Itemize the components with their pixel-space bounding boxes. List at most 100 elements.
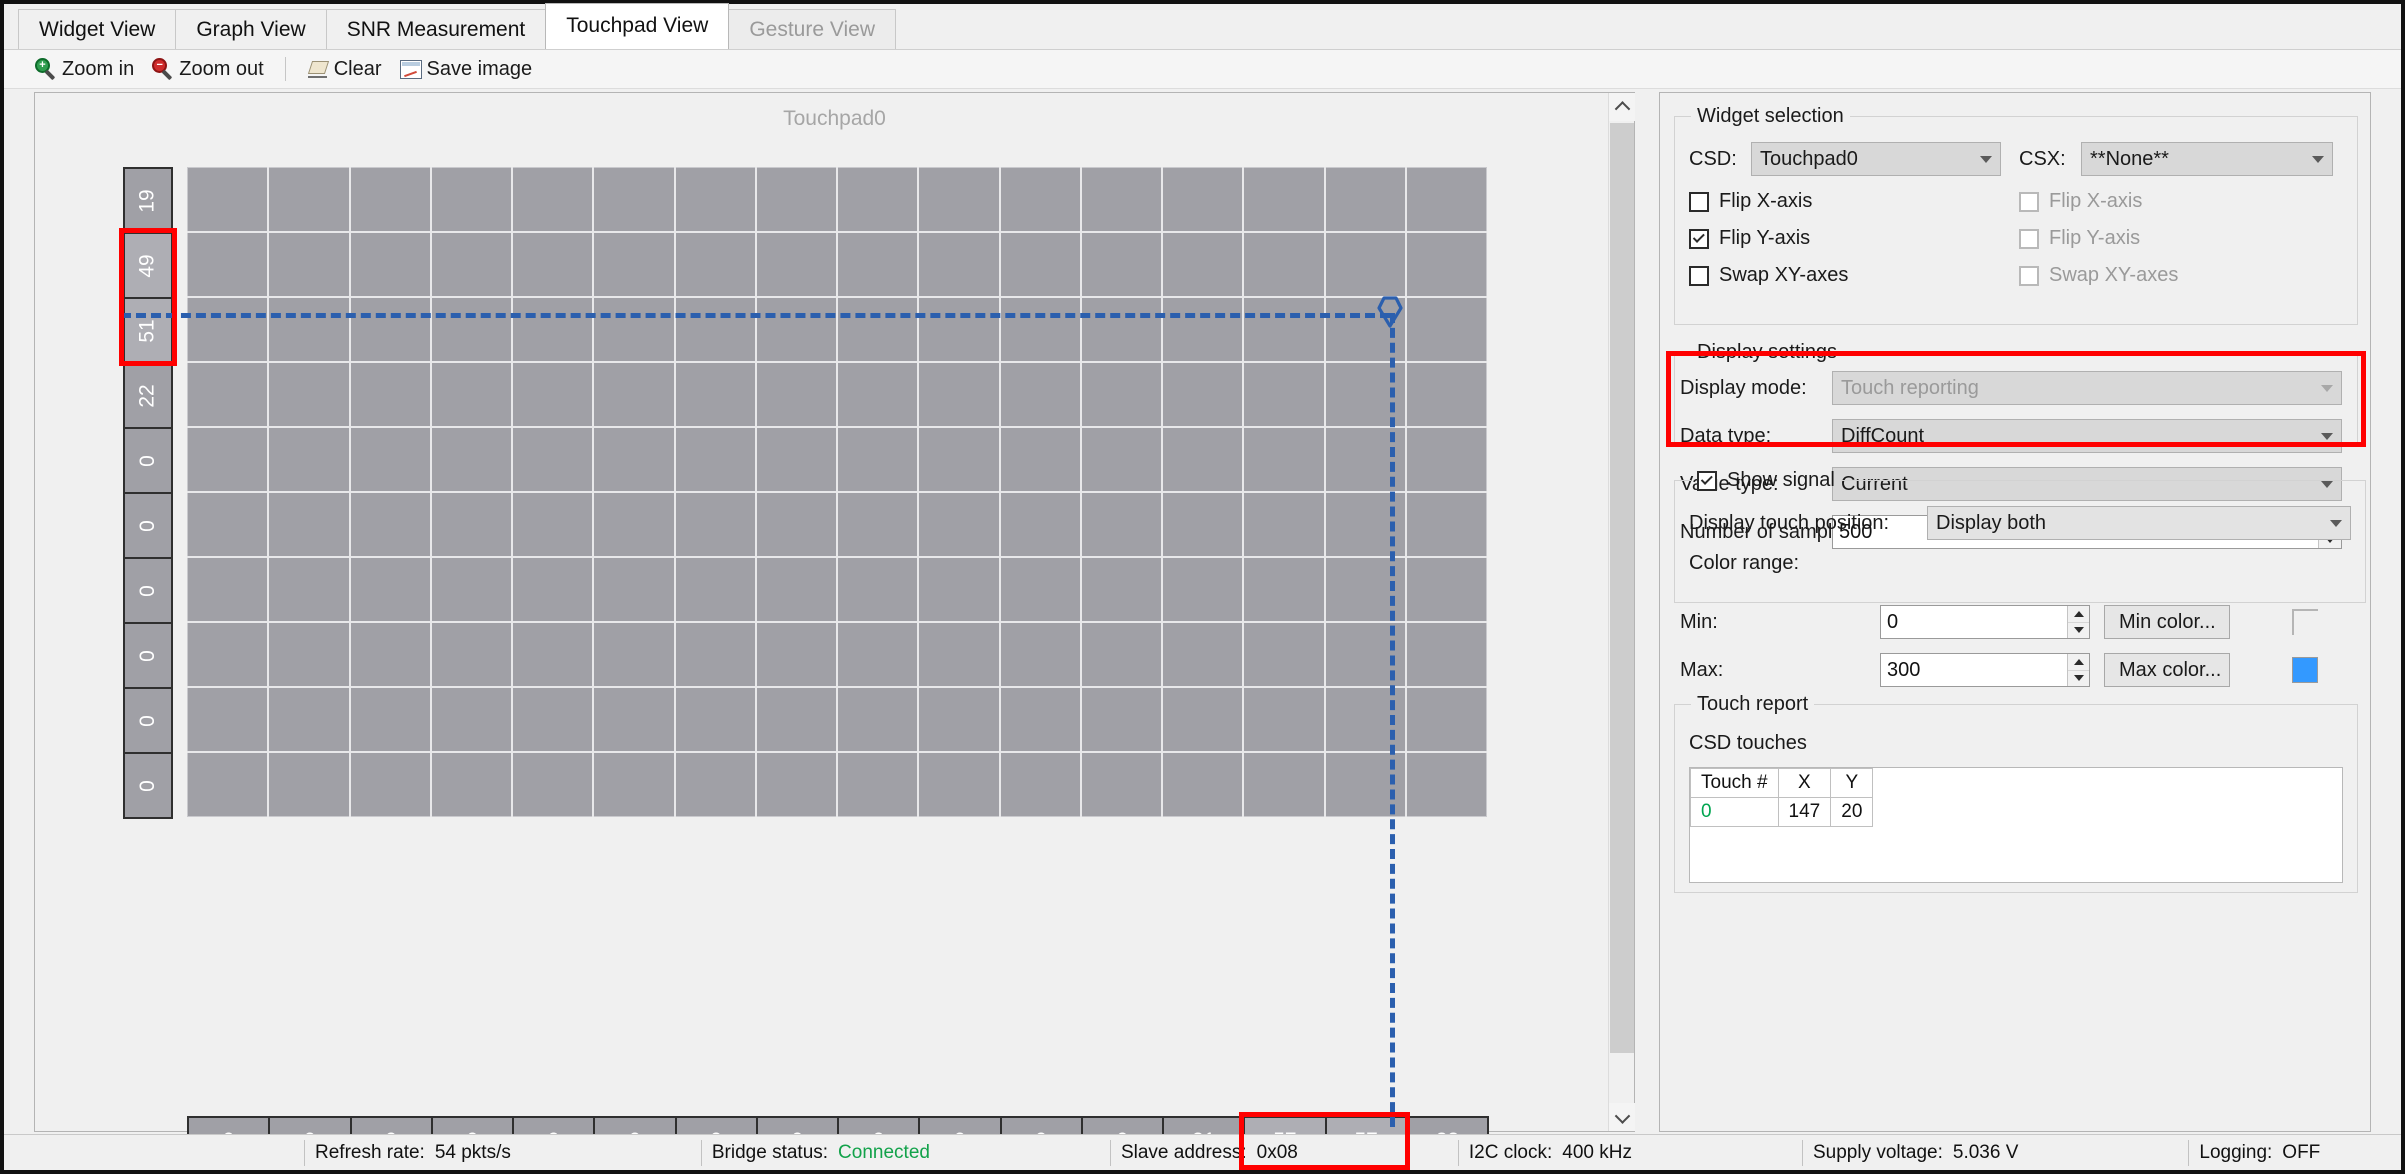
grid-line-horizontal — [187, 751, 1487, 753]
y-axis-cell: 0 — [123, 752, 173, 819]
tab-gesture-view: Gesture View — [728, 9, 896, 49]
max-stepper[interactable] — [1880, 653, 2090, 687]
tab-widget-view[interactable]: Widget View — [18, 9, 177, 49]
display-mode-select: Touch reporting — [1832, 371, 2342, 405]
table-header-row: Touch # X Y — [1690, 768, 1874, 798]
csx-swap-xy-axes-checkbox: Swap XY-axes — [2019, 264, 2178, 287]
zoom-in-button[interactable]: + Zoom in — [26, 54, 143, 85]
view-tab-bar: Widget View Graph View SNR Measurement Touc… — [4, 3, 2401, 50]
min-stepper[interactable] — [1880, 605, 2090, 639]
zoom-out-button[interactable]: − Zoom out — [143, 54, 272, 85]
csx-select[interactable]: **None** — [2081, 142, 2333, 176]
max-increment-button[interactable] — [2068, 654, 2089, 671]
y-axis-cell-value: 51 — [135, 318, 159, 343]
grid-line-horizontal — [187, 556, 1487, 558]
table-cell: 20 — [1830, 797, 1874, 827]
display-touch-position-select[interactable]: Display both — [1927, 506, 2351, 540]
tab-graph-view[interactable]: Graph View — [175, 9, 327, 49]
grid-line-horizontal — [187, 296, 1487, 298]
tab-touchpad-view[interactable]: Touchpad View — [545, 3, 730, 49]
color-range-label: Color range: — [1689, 552, 1800, 574]
chevron-down-icon — [1614, 1107, 1630, 1124]
csd-option-label: Swap XY-axes — [1719, 264, 1849, 286]
show-signal-legend-wrap: Show signal — [1691, 469, 1841, 492]
max-color-swatch — [2292, 657, 2318, 683]
checkbox-box — [2019, 228, 2039, 249]
y-axis-value-strip: 19 49 51 22 0 0 0 0 0 0 — [123, 167, 173, 819]
csx-option-label: Flip X-axis — [2049, 190, 2143, 212]
status-key: Supply voltage: — [1812, 1141, 1943, 1163]
max-color-button[interactable]: Max color... — [2104, 653, 2230, 687]
display-mode-label: Display mode: — [1680, 376, 1807, 399]
triangle-down-icon — [2073, 627, 2084, 634]
data-type-select[interactable]: DiffCount — [1832, 419, 2342, 453]
display-mode-value: Touch reporting — [1841, 376, 1979, 399]
zoom-out-icon: − — [152, 58, 174, 81]
y-axis-cell: 51 — [123, 297, 173, 364]
min-decrement-button[interactable] — [2068, 622, 2089, 638]
display-settings-legend: Display settings — [1697, 341, 1838, 363]
status-segment-logging: Logging: OFF — [2189, 1135, 2330, 1170]
y-axis-cell: 0 — [123, 687, 173, 754]
csd-select[interactable]: Touchpad0 — [1751, 142, 2001, 176]
plot-vertical-scrollbar[interactable] — [1608, 93, 1635, 1131]
min-input[interactable] — [1881, 606, 2068, 638]
max-stepper-buttons[interactable] — [2067, 654, 2089, 686]
status-key: Logging: — [2199, 1141, 2273, 1163]
csd-touches-table-container[interactable]: Touch # X Y 0 147 20 — [1689, 767, 2343, 883]
max-decrement-button[interactable] — [2068, 670, 2089, 686]
axis-options-container: Flip X-axis Flip X-axis Flip Y-axis Flip Y-… — [1689, 190, 2343, 287]
status-value: 0x08 — [1256, 1141, 1298, 1163]
csx-option-label: Swap XY-axes — [2049, 264, 2179, 286]
save-image-button[interactable]: Save image — [391, 54, 542, 85]
chevron-down-icon — [2330, 519, 2342, 527]
show-signal-checkbox[interactable]: Show signal — [1697, 469, 1835, 492]
scroll-up-button[interactable] — [1609, 93, 1635, 121]
status-key: Slave address: — [1120, 1141, 1247, 1163]
scrollbar-thumb[interactable] — [1610, 123, 1634, 1053]
table-row[interactable]: 0 147 20 — [1690, 797, 1874, 827]
table-column-header: X — [1777, 768, 1832, 798]
csd-flip-x-axis-checkbox[interactable]: Flip X-axis — [1689, 190, 2019, 213]
max-input[interactable] — [1881, 654, 2068, 686]
scroll-down-button[interactable] — [1609, 1103, 1635, 1131]
checkbox-box — [2019, 191, 2039, 212]
y-axis-cell-value: 0 — [136, 714, 159, 727]
checkbox-box — [2019, 265, 2039, 286]
tab-snr-measurement[interactable]: SNR Measurement — [325, 9, 547, 49]
touchpad-grid[interactable] — [121, 167, 1487, 1127]
table-column-header: Touch # — [1690, 768, 1779, 798]
chevron-down-icon — [1980, 155, 1992, 163]
csd-swap-xy-axes-checkbox[interactable]: Swap XY-axes — [1689, 264, 2019, 287]
y-axis-cell: 0 — [123, 622, 173, 689]
y-axis-cell-value: 0 — [136, 649, 159, 662]
display-touch-position-value: Display both — [1936, 511, 2047, 534]
min-color-button[interactable]: Min color... — [2104, 605, 2230, 639]
csd-flip-y-axis-checkbox[interactable]: Flip Y-axis — [1689, 227, 2019, 250]
check-icon — [1692, 230, 1705, 243]
save-image-icon — [399, 59, 422, 79]
y-axis-cell: 0 — [123, 427, 173, 494]
min-increment-button[interactable] — [2068, 606, 2089, 623]
csd-value: Touchpad0 — [1760, 147, 1858, 170]
display-touch-position-label: Display touch position: — [1689, 511, 1890, 534]
min-stepper-buttons[interactable] — [2067, 606, 2089, 638]
status-segment-i2c-clock: I2C clock: 400 kHz — [1459, 1135, 1642, 1170]
grid-line-horizontal — [187, 231, 1487, 233]
min-label: Min: — [1680, 610, 1718, 633]
save-image-label: Save image — [426, 57, 533, 80]
zoom-in-icon: + — [35, 58, 57, 81]
widget-selection-group: Widget selection CSD: Touchpad0 CSX: **N… — [1674, 105, 2358, 325]
checkbox-box — [1689, 228, 1709, 249]
zoom-out-label: Zoom out — [179, 57, 264, 80]
clear-button[interactable]: Clear — [298, 54, 391, 85]
widget-selection-legend: Widget selection — [1697, 105, 1844, 127]
settings-side-panel: Widget selection CSD: Touchpad0 CSX: **N… — [1659, 92, 2371, 1132]
chevron-down-icon — [2312, 155, 2324, 163]
triangle-up-icon — [2073, 610, 2084, 617]
grid-line-horizontal — [187, 491, 1487, 493]
csx-label: CSX: — [2019, 147, 2066, 170]
grid-line-horizontal — [187, 426, 1487, 428]
clear-label: Clear — [333, 57, 382, 80]
y-axis-cell-value: 0 — [136, 454, 159, 467]
